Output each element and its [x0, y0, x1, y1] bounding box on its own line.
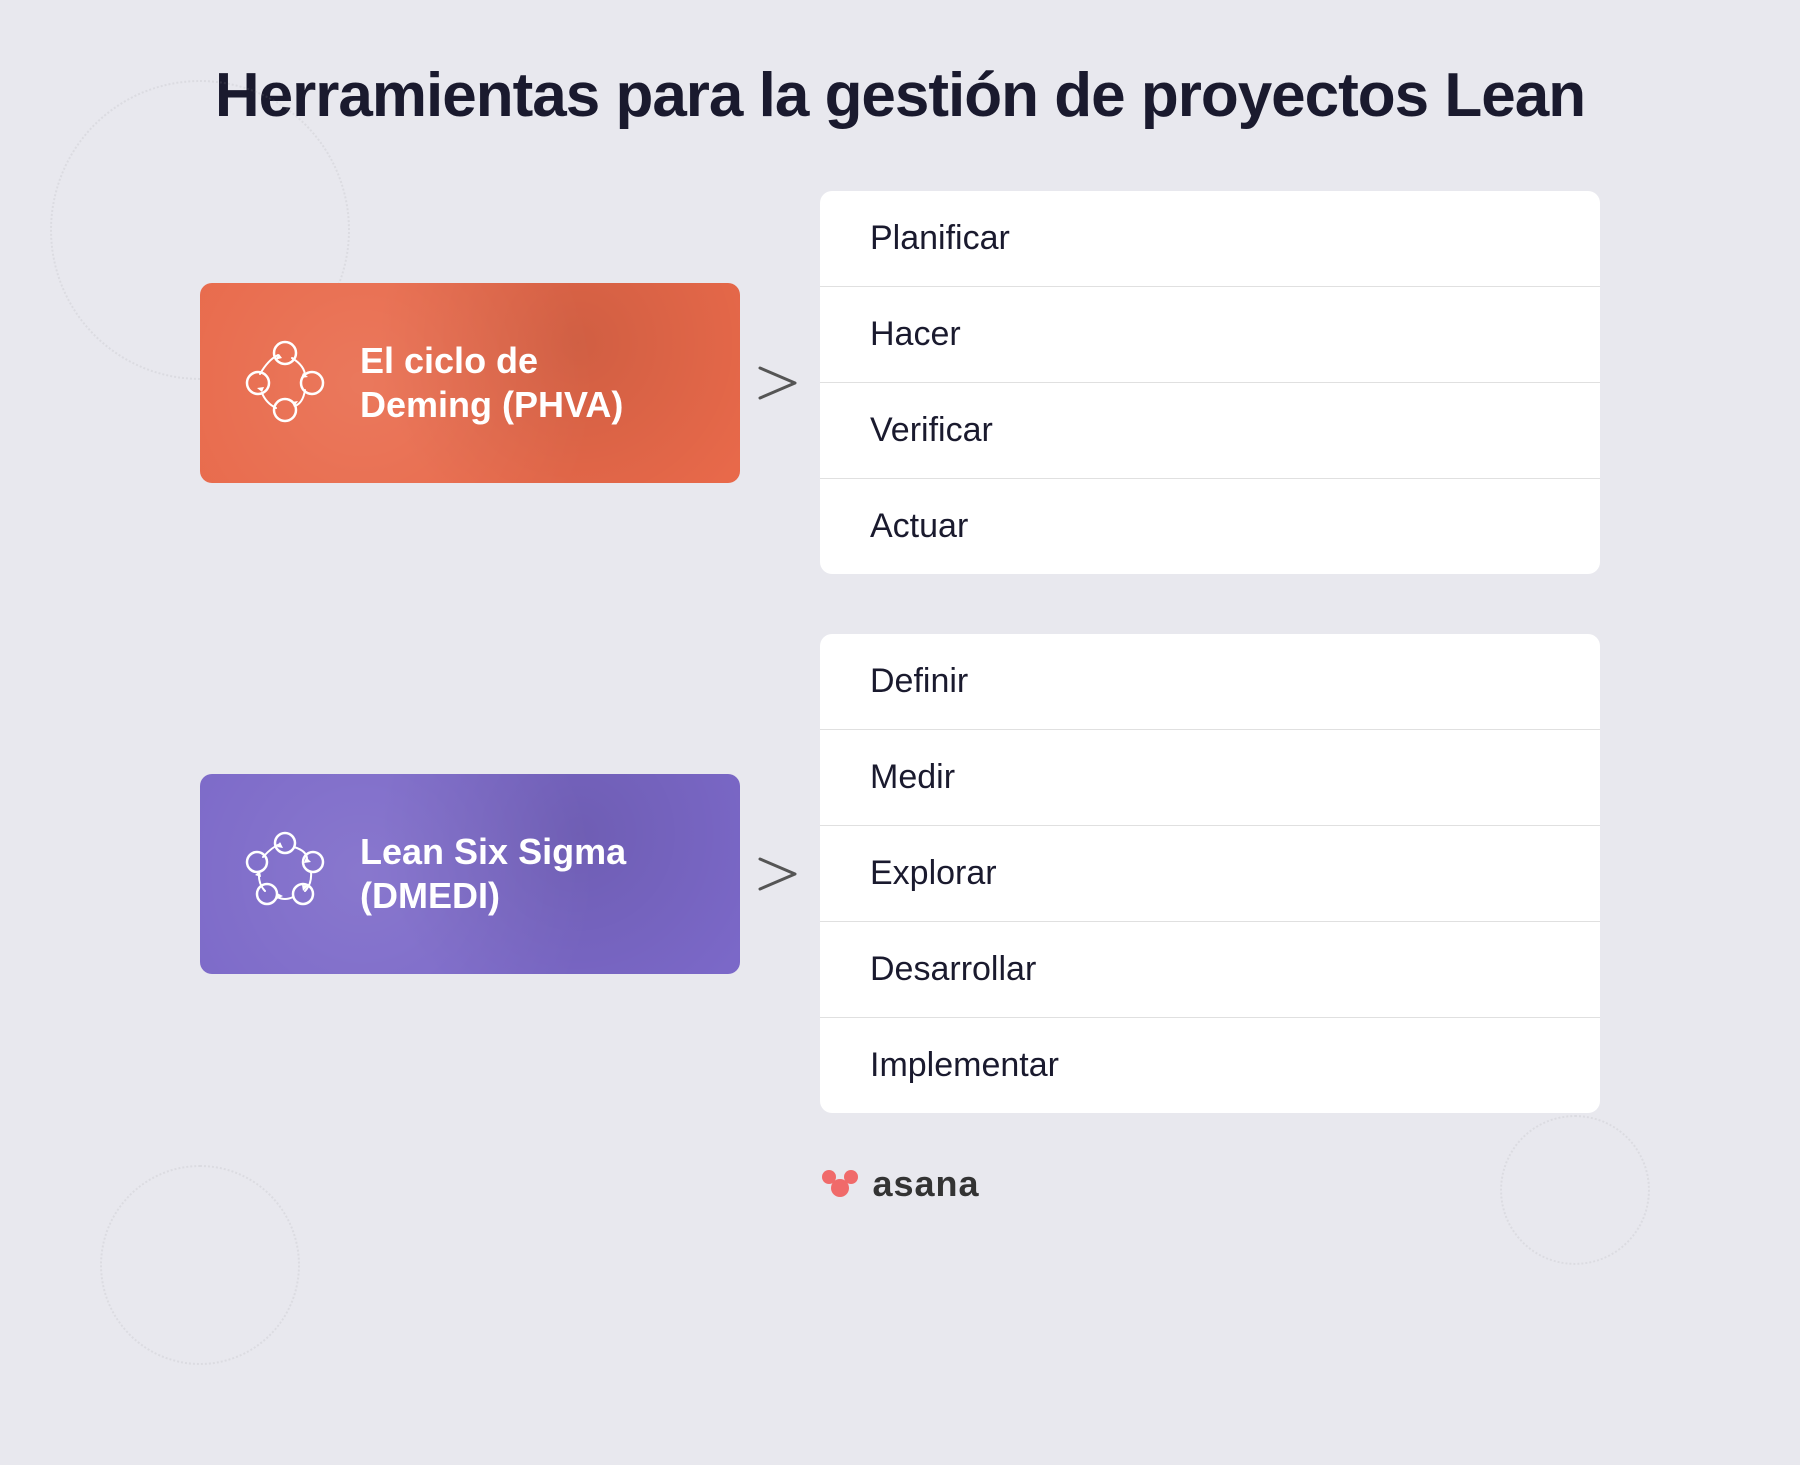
asana-logomark: [820, 1164, 860, 1204]
items-box-dmedi: Definir Medir Explorar Desarrollar Imple…: [820, 634, 1600, 1113]
tool-label-line2-dmedi: (DMEDI): [360, 874, 626, 917]
item-actuar: Actuar: [820, 479, 1600, 574]
tool-row-phva: El ciclo de Deming (PHVA) Planificar Hac…: [200, 191, 1600, 574]
tool-label-line2-phva: Deming (PHVA): [360, 383, 623, 426]
cycle-icon-phva: [240, 338, 330, 428]
bg-decoration-2: [100, 1165, 300, 1365]
tool-label-phva: El ciclo de Deming (PHVA): [360, 339, 623, 425]
asana-logo: asana: [820, 1163, 979, 1205]
cycle-icon-dmedi: [240, 829, 330, 919]
tool-row-dmedi: Lean Six Sigma (DMEDI) Definir Medir Exp…: [200, 634, 1600, 1113]
arrow-icon-dmedi: [755, 844, 805, 904]
tool-card-phva: El ciclo de Deming (PHVA): [200, 283, 740, 483]
item-explorar: Explorar: [820, 826, 1600, 922]
page-title: Herramientas para la gestión de proyecto…: [215, 60, 1585, 131]
bg-decoration-3: [1500, 1115, 1650, 1265]
arrow-dmedi: [740, 774, 820, 974]
tool-label-line1-dmedi: Lean Six Sigma: [360, 830, 626, 873]
tool-label-dmedi: Lean Six Sigma (DMEDI): [360, 830, 626, 916]
tool-label-line1-phva: El ciclo de: [360, 339, 623, 382]
item-hacer: Hacer: [820, 287, 1600, 383]
arrow-phva: [740, 283, 820, 483]
item-desarrollar: Desarrollar: [820, 922, 1600, 1018]
item-implementar: Implementar: [820, 1018, 1600, 1113]
item-medir: Medir: [820, 730, 1600, 826]
content-area: El ciclo de Deming (PHVA) Planificar Hac…: [200, 191, 1600, 1113]
item-definir: Definir: [820, 634, 1600, 730]
arrow-icon-phva: [755, 353, 805, 413]
item-verificar: Verificar: [820, 383, 1600, 479]
asana-logo-text: asana: [872, 1163, 979, 1205]
tool-card-dmedi: Lean Six Sigma (DMEDI): [200, 774, 740, 974]
items-box-phva: Planificar Hacer Verificar Actuar: [820, 191, 1600, 574]
item-planificar: Planificar: [820, 191, 1600, 287]
